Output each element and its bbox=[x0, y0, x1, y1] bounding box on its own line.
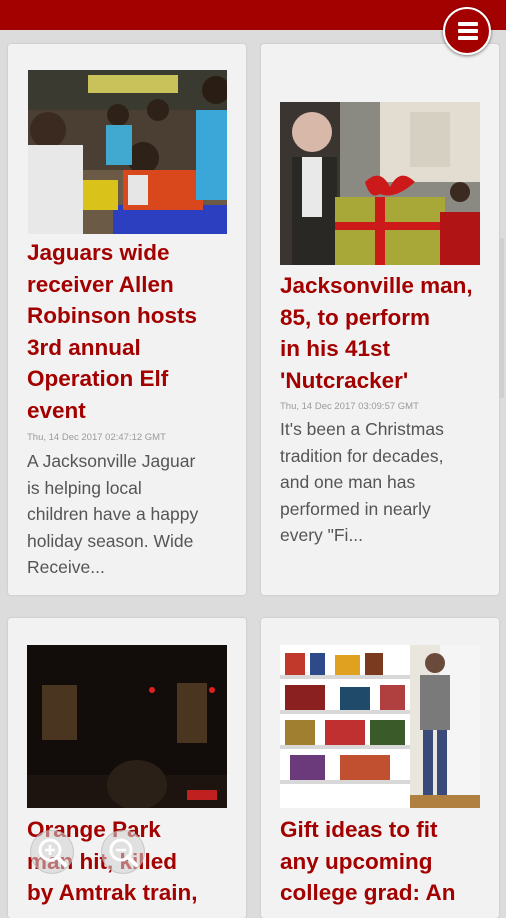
app-header-bar bbox=[0, 0, 506, 30]
headline-line[interactable]: any upcoming bbox=[280, 846, 495, 878]
teaser-line: Receive... bbox=[27, 557, 105, 577]
headline-line[interactable]: Operation Elf bbox=[27, 363, 242, 395]
headline-line[interactable]: receiver Allen bbox=[27, 269, 242, 301]
article-2-date: Thu, 14 Dec 2017 03:09:57 GMT bbox=[280, 401, 419, 412]
headline-line[interactable]: in his 41st bbox=[280, 333, 495, 365]
article-1-teaser: A Jacksonville Jaguar is helping local c… bbox=[27, 448, 242, 581]
article-4-image[interactable] bbox=[280, 645, 480, 808]
zoom-out-icon[interactable] bbox=[101, 830, 145, 874]
headline-line[interactable]: college grad: An bbox=[280, 877, 495, 909]
teaser-line: children have a happy bbox=[27, 504, 199, 524]
teaser-line: is helping local bbox=[27, 477, 142, 498]
zoom-in-icon[interactable] bbox=[30, 830, 74, 874]
headline-line[interactable]: Gift ideas to fit bbox=[280, 814, 495, 846]
article-2-headline[interactable]: Jacksonville man, 85, to perform in his … bbox=[280, 270, 495, 396]
article-2-image[interactable] bbox=[280, 102, 480, 265]
teaser-line: tradition for decades, bbox=[280, 445, 444, 466]
teaser-line: A Jacksonville Jaguar bbox=[27, 451, 196, 471]
headline-line[interactable]: 'Nutcracker' bbox=[280, 365, 495, 397]
article-3-image[interactable] bbox=[27, 645, 227, 808]
headline-line[interactable]: 3rd annual bbox=[27, 332, 242, 364]
headline-line[interactable]: Robinson hosts bbox=[27, 300, 242, 332]
headline-line[interactable]: by Amtrak train, bbox=[27, 877, 242, 909]
hamburger-menu-icon[interactable] bbox=[443, 7, 491, 55]
article-1-date: Thu, 14 Dec 2017 02:47:12 GMT bbox=[27, 432, 166, 443]
headline-line[interactable]: Jaguars wide bbox=[27, 237, 242, 269]
article-card-1[interactable]: Jaguars wide receiver Allen Robinson hos… bbox=[8, 44, 246, 595]
teaser-line: every "Fi... bbox=[280, 525, 364, 545]
teaser-line: and one man has bbox=[280, 472, 416, 492]
teaser-line: holiday season. Wide bbox=[27, 530, 194, 551]
article-2-teaser: It's been a Christmas tradition for deca… bbox=[280, 416, 495, 549]
headline-line[interactable]: Jacksonville man, bbox=[280, 270, 495, 302]
article-1-image[interactable] bbox=[28, 70, 227, 234]
teaser-line: It's been a Christmas bbox=[280, 419, 444, 439]
article-card-4[interactable]: Gift ideas to fit any upcoming college g… bbox=[261, 618, 499, 918]
headline-line[interactable]: 85, to perform bbox=[280, 302, 495, 334]
article-1-headline[interactable]: Jaguars wide receiver Allen Robinson hos… bbox=[27, 237, 242, 426]
article-4-headline[interactable]: Gift ideas to fit any upcoming college g… bbox=[280, 814, 495, 909]
scrollbar-thumb[interactable] bbox=[499, 238, 504, 398]
article-card-2[interactable]: Jacksonville man, 85, to perform in his … bbox=[261, 44, 499, 595]
headline-line[interactable]: event bbox=[27, 395, 242, 427]
teaser-line: performed in nearly bbox=[280, 498, 431, 519]
